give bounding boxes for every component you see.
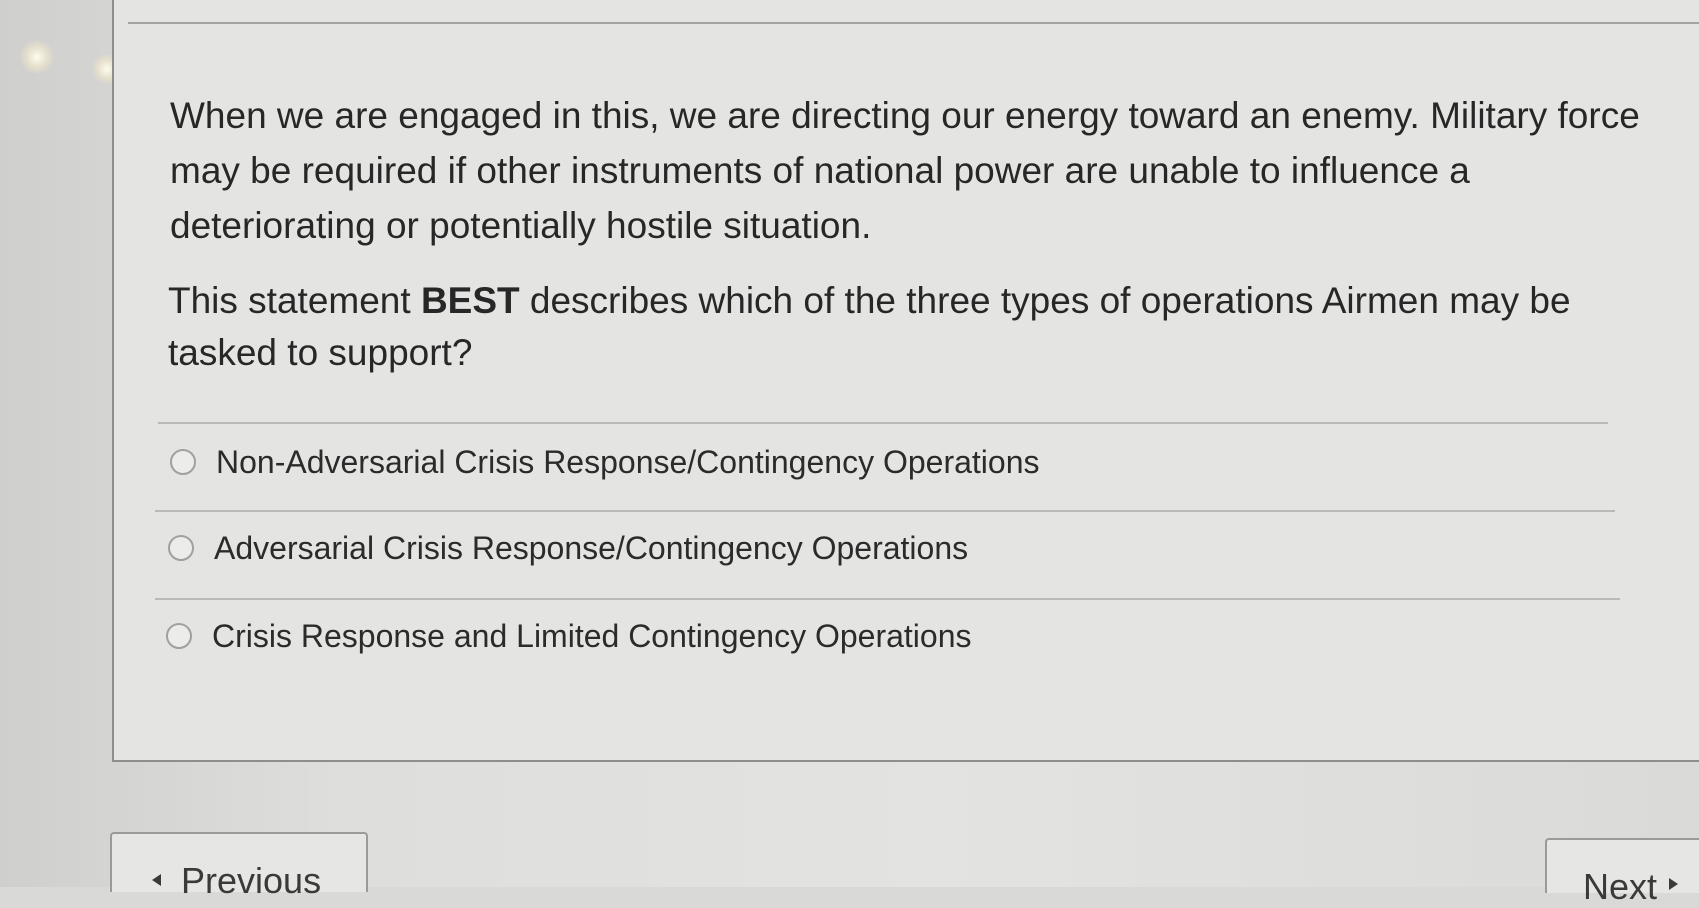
question-text-start: This statement (168, 280, 421, 321)
radio-button[interactable] (170, 449, 196, 475)
question-text: This statement BEST describes which of t… (168, 275, 1648, 379)
question-prompt: When we are engaged in this, we are dire… (170, 95, 1640, 246)
screen-glare (20, 40, 54, 74)
top-divider (128, 22, 1699, 24)
option-divider (155, 598, 1620, 600)
options-divider (158, 422, 1608, 424)
answer-option-label: Non-Adversarial Crisis Response/Continge… (216, 443, 1040, 480)
previous-button-label: Previous (181, 860, 322, 901)
radio-button[interactable] (168, 535, 194, 561)
question-emphasis: BEST (420, 280, 520, 321)
previous-button[interactable]: Previous (110, 832, 368, 901)
answer-option-3[interactable]: Crisis Response and Limited Contingency … (166, 606, 972, 666)
caret-left-icon (152, 874, 161, 886)
answer-option-label: Crisis Response and Limited Contingency … (212, 617, 972, 654)
next-button[interactable]: Next (1545, 838, 1699, 907)
next-button-label: Next (1583, 866, 1658, 907)
radio-button[interactable] (166, 623, 192, 649)
answer-option-1[interactable]: Non-Adversarial Crisis Response/Continge… (170, 432, 1039, 492)
answer-option-label: Adversarial Crisis Response/Contingency … (214, 529, 969, 566)
option-divider (155, 510, 1615, 512)
answer-option-2[interactable]: Adversarial Crisis Response/Contingency … (168, 518, 968, 578)
caret-right-icon (1669, 878, 1679, 890)
